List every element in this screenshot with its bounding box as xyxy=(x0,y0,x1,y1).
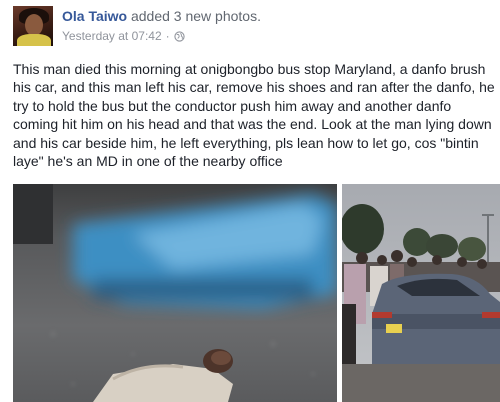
avatar[interactable] xyxy=(13,6,53,46)
post-timestamp[interactable]: Yesterday at 07:42 xyxy=(62,29,162,43)
post-text: This man died this morning at onigbongbo… xyxy=(13,61,495,170)
globe-icon[interactable] xyxy=(174,30,185,42)
author-name[interactable]: Ola Taiwo xyxy=(62,8,127,24)
photo-road-blurred-car[interactable] xyxy=(13,184,337,402)
post-header: Ola Taiwo added 3 new photos. xyxy=(62,8,261,24)
photo-grid xyxy=(13,184,500,402)
photo-crowd-car[interactable] xyxy=(342,184,500,402)
meta-separator: · xyxy=(165,29,170,43)
facebook-post: Ola Taiwo added 3 new photos. Yesterday … xyxy=(0,0,500,402)
post-meta: Yesterday at 07:42 · xyxy=(62,29,185,43)
post-action-text: added 3 new photos. xyxy=(130,8,261,24)
